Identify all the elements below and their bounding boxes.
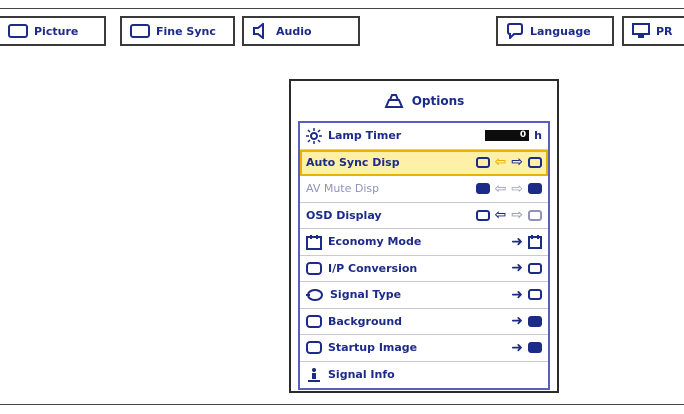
menu-item-auto-sync-disp[interactable]: Auto Sync Disp ⇦ ⇨ xyxy=(300,149,548,176)
menu-item-signal-type[interactable]: Signal Type ➜ xyxy=(300,282,548,309)
menu-item-startup-image[interactable]: Startup Image ➜ xyxy=(300,335,548,362)
menu-item-av-mute-disp[interactable]: AV Mute Disp ⇦ ⇨ xyxy=(300,176,548,203)
menu-item-signal-info[interactable]: Signal Info xyxy=(300,362,548,389)
lamp-icon xyxy=(306,127,322,144)
top-divider xyxy=(0,8,684,9)
tab-language-label: Language xyxy=(530,24,591,38)
background-icon xyxy=(306,314,322,328)
menu-item-ip-conversion[interactable]: I/P Conversion ➜ xyxy=(300,256,548,282)
startup-image-icon xyxy=(306,341,322,355)
arrow-right-icon: ➜ xyxy=(511,313,523,330)
tab-language[interactable]: Language xyxy=(496,16,614,46)
startup-image-label: Startup Image xyxy=(328,341,418,355)
lamp-timer-value: 0 xyxy=(485,130,530,142)
menu-item-lamp-timer[interactable]: Lamp Timer 0 h xyxy=(300,123,548,150)
ip-conversion-icon xyxy=(306,261,322,275)
tab-fine-sync[interactable]: Fine Sync xyxy=(120,16,235,46)
mute-off-icon xyxy=(528,183,542,195)
background-label: Background xyxy=(328,314,403,328)
arrow-right-icon: ➜ xyxy=(511,233,523,250)
lamp-timer-unit: h xyxy=(534,129,542,143)
arrow-right-icon: ⇨ xyxy=(511,180,523,197)
fine-sync-icon xyxy=(130,24,150,38)
menu-item-osd-display[interactable]: OSD Display ⇦ ⇨ xyxy=(300,203,548,229)
arrow-left-icon: ⇦ xyxy=(494,207,507,224)
tab-audio-label: Audio xyxy=(276,24,312,38)
signal-info-label: Signal Info xyxy=(328,368,395,382)
tab-picture-label: Picture xyxy=(34,24,79,38)
osd-off-icon xyxy=(528,209,542,221)
av-mute-disp-label: AV Mute Disp xyxy=(306,182,380,196)
arrow-left-icon: ⇦ xyxy=(494,154,507,171)
ip-conversion-label: I/P Conversion xyxy=(328,261,418,275)
startup-submenu-icon xyxy=(528,342,542,354)
signal-submenu-icon xyxy=(528,289,542,301)
sync-icon xyxy=(475,156,490,168)
options-title: Options xyxy=(411,94,465,108)
economy-mode-label: Economy Mode xyxy=(328,235,422,249)
menu-item-background[interactable]: Background ➜ xyxy=(300,309,548,335)
tab-pr-label: PR xyxy=(656,24,673,38)
picture-icon xyxy=(8,24,28,38)
speech-bubble-icon xyxy=(507,23,523,39)
speaker-icon xyxy=(253,23,264,39)
tab-picture[interactable]: Picture xyxy=(0,16,106,46)
economy-icon xyxy=(306,234,322,250)
ip-submenu-icon xyxy=(528,262,542,274)
blank-screen-icon xyxy=(528,156,542,168)
menu-item-economy-mode[interactable]: Economy Mode ➜ xyxy=(300,229,548,256)
bottom-divider xyxy=(0,404,684,405)
tab-pr[interactable]: PR xyxy=(622,16,684,46)
auto-sync-disp-label: Auto Sync Disp xyxy=(306,155,400,169)
options-menu: Lamp Timer 0 h Auto Sync Disp ⇦ ⇨ AV Mut… xyxy=(298,121,550,390)
signal-connector-icon xyxy=(306,288,323,301)
arrow-right-icon: ➜ xyxy=(511,286,523,303)
options-menu-window: Options Lamp Timer 0 h Auto Sync Disp ⇦ … xyxy=(289,79,559,393)
tab-audio[interactable]: Audio xyxy=(242,16,360,46)
background-submenu-icon xyxy=(528,315,542,327)
mute-icon xyxy=(475,183,490,195)
arrow-right-icon: ⇨ xyxy=(511,207,523,224)
lamp-timer-label: Lamp Timer xyxy=(328,129,402,143)
arrow-right-icon: ⇨ xyxy=(511,154,523,171)
tab-fine-sync-label: Fine Sync xyxy=(156,24,216,38)
monitor-icon xyxy=(632,23,650,38)
options-title-bar: Options xyxy=(291,81,557,121)
arrow-right-icon: ➜ xyxy=(511,339,523,356)
osd-on-icon xyxy=(475,209,490,221)
signal-info-icon xyxy=(308,367,320,382)
osd-display-label: OSD Display xyxy=(306,208,382,222)
signal-type-label: Signal Type xyxy=(330,288,402,302)
economy-submenu-icon xyxy=(528,234,542,249)
options-icon xyxy=(384,94,404,108)
arrow-right-icon: ➜ xyxy=(511,260,523,277)
arrow-left-icon: ⇦ xyxy=(494,180,507,197)
